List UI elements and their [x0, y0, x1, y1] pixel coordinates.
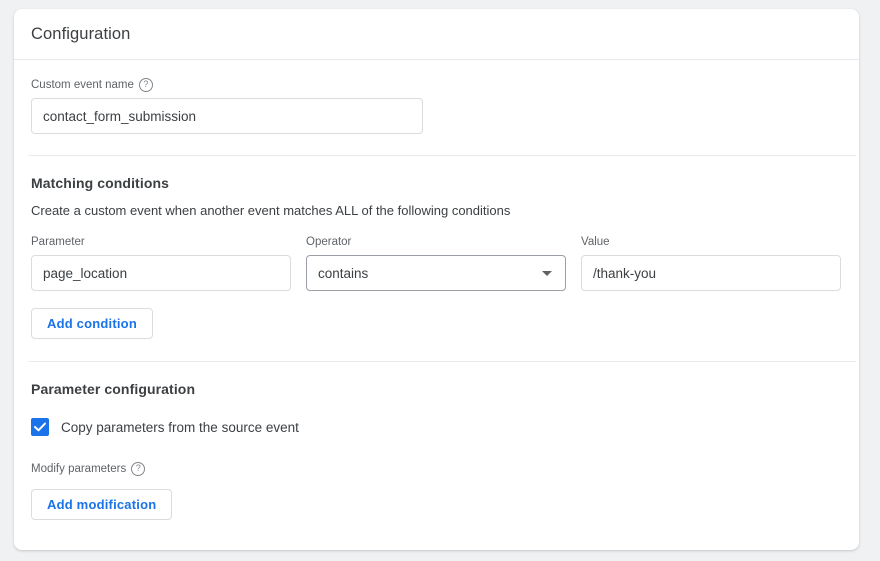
parameter-configuration-section: Parameter configuration Copy parameters …	[14, 362, 859, 520]
page-title: Configuration	[31, 25, 130, 44]
copy-parameters-label: Copy parameters from the source event	[61, 420, 299, 435]
copy-parameters-checkbox[interactable]	[31, 418, 49, 436]
parameter-label: Parameter	[31, 235, 291, 249]
parameter-configuration-title: Parameter configuration	[31, 381, 842, 397]
custom-event-name-value: contact_form_submission	[43, 109, 196, 124]
matching-conditions-title: Matching conditions	[31, 175, 842, 191]
parameter-input[interactable]: page_location	[31, 255, 291, 291]
check-icon	[33, 420, 47, 434]
custom-event-name-label-text: Custom event name	[31, 78, 134, 92]
custom-event-name-input[interactable]: contact_form_submission	[31, 98, 423, 134]
custom-event-name-field: Custom event name contact_form_submissio…	[31, 78, 842, 134]
modify-parameters-label: Modify parameters	[31, 462, 842, 476]
help-circle-icon[interactable]	[139, 78, 153, 92]
operator-field: Operator contains	[306, 235, 566, 291]
card-header: Configuration	[14, 9, 859, 60]
add-condition-button[interactable]: Add condition	[31, 308, 153, 339]
operator-value: contains	[318, 266, 368, 281]
condition-row: Parameter page_location Operator contain…	[31, 235, 842, 291]
matching-conditions-description: Create a custom event when another event…	[31, 203, 842, 218]
chevron-down-icon[interactable]	[542, 271, 552, 276]
copy-parameters-row[interactable]: Copy parameters from the source event	[31, 418, 842, 436]
modify-parameters-label-text: Modify parameters	[31, 462, 126, 476]
value-label: Value	[581, 235, 841, 249]
value-text: /thank-you	[593, 266, 656, 281]
parameter-field: Parameter page_location	[31, 235, 291, 291]
add-modification-button[interactable]: Add modification	[31, 489, 172, 520]
help-circle-icon[interactable]	[131, 462, 145, 476]
operator-select[interactable]: contains	[306, 255, 566, 291]
parameter-value: page_location	[43, 266, 127, 281]
operator-label: Operator	[306, 235, 566, 249]
value-field: Value /thank-you	[581, 235, 841, 291]
custom-event-name-label: Custom event name	[31, 78, 842, 92]
value-input[interactable]: /thank-you	[581, 255, 841, 291]
card-body: Custom event name contact_form_submissio…	[14, 78, 859, 134]
configuration-card: Configuration Custom event name contact_…	[14, 9, 859, 550]
matching-conditions-section: Matching conditions Create a custom even…	[14, 156, 859, 339]
